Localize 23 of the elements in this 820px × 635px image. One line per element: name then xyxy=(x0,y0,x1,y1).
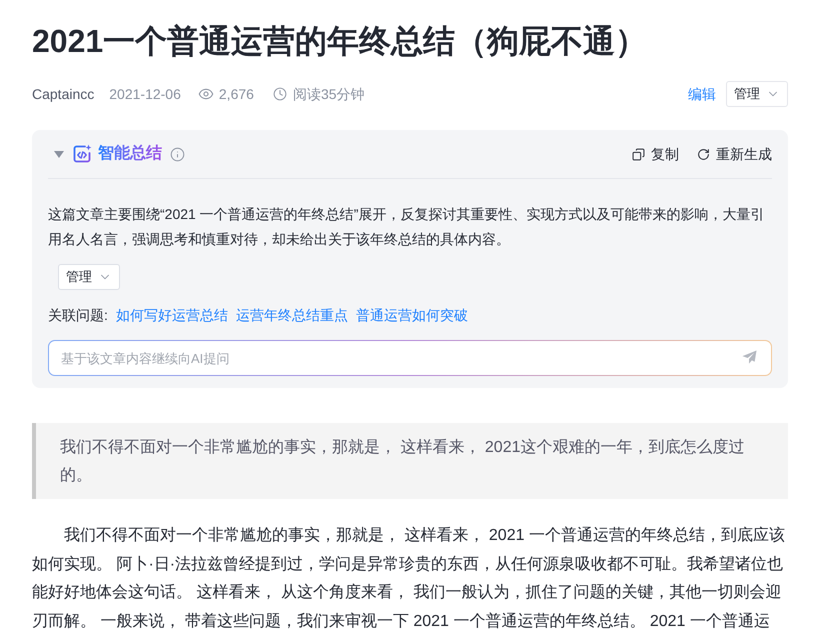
summary-text: 这篇文章主要围绕“2021 一个普通运营的年终总结”展开，反复探讨其重要性、实现方式以及可能带来的影响，大量引用名人名言，强调思考和慎重对待，却未给出关于该年终总结的具体内容。 xyxy=(48,205,766,249)
copy-button[interactable]: 复制 xyxy=(632,144,679,164)
publish-date: 2021-12-06 xyxy=(109,84,181,104)
read-time: 阅读35分钟 xyxy=(292,84,365,104)
article-title: 2021一个普通运营的年终总结（狗屁不通） xyxy=(32,22,648,61)
ask-ai-input[interactable]: 基于该文章内容继续向AI提问 xyxy=(48,340,772,376)
copy-icon xyxy=(632,148,645,160)
clock-icon xyxy=(272,87,287,101)
manage-dropdown[interactable]: 管理 xyxy=(726,81,788,107)
code-sparkle-icon xyxy=(72,144,92,164)
manage-dropdown[interactable]: 管理 xyxy=(58,264,120,290)
regenerate-button[interactable]: 重新生成 xyxy=(697,144,772,164)
quote-block: 我们不得不面对一个非常尴尬的事实，那就是， 这样看来， 2021这个艰难的一年，到底怎么度过的。 xyxy=(32,423,788,499)
info-icon[interactable] xyxy=(170,146,185,162)
refresh-icon xyxy=(697,148,710,160)
caret-icon[interactable] xyxy=(54,150,64,158)
view-count: 2,676 xyxy=(218,84,254,104)
related-label: 关联问题: xyxy=(48,306,108,324)
body-paragraph: 我们不得不面对一个非常尴尬的事实，那就是， 这样看来， 2021 一个普通运营的年终总结，到底应该如何实现。 阿卜·日·法拉兹曾经提到过，学问是异常珍贵的东西，从任何源泉吸收都不可耻。我希望诸位也能好好地体会这句话。 这样看来， 从这个角度来看， 我们一般认为，抓住了问题的关键，其他一切则会迎刃而解。 一般来说， 带着这些问题，我们来审视一下 2021 一个普通运营的年终总结。 2021 一个普通运 xyxy=(32,525,786,632)
eye-icon xyxy=(198,86,214,102)
send-icon[interactable] xyxy=(742,350,757,365)
edit-link[interactable]: 编辑 xyxy=(688,84,716,104)
author-name[interactable]: Captaincc xyxy=(32,84,94,104)
